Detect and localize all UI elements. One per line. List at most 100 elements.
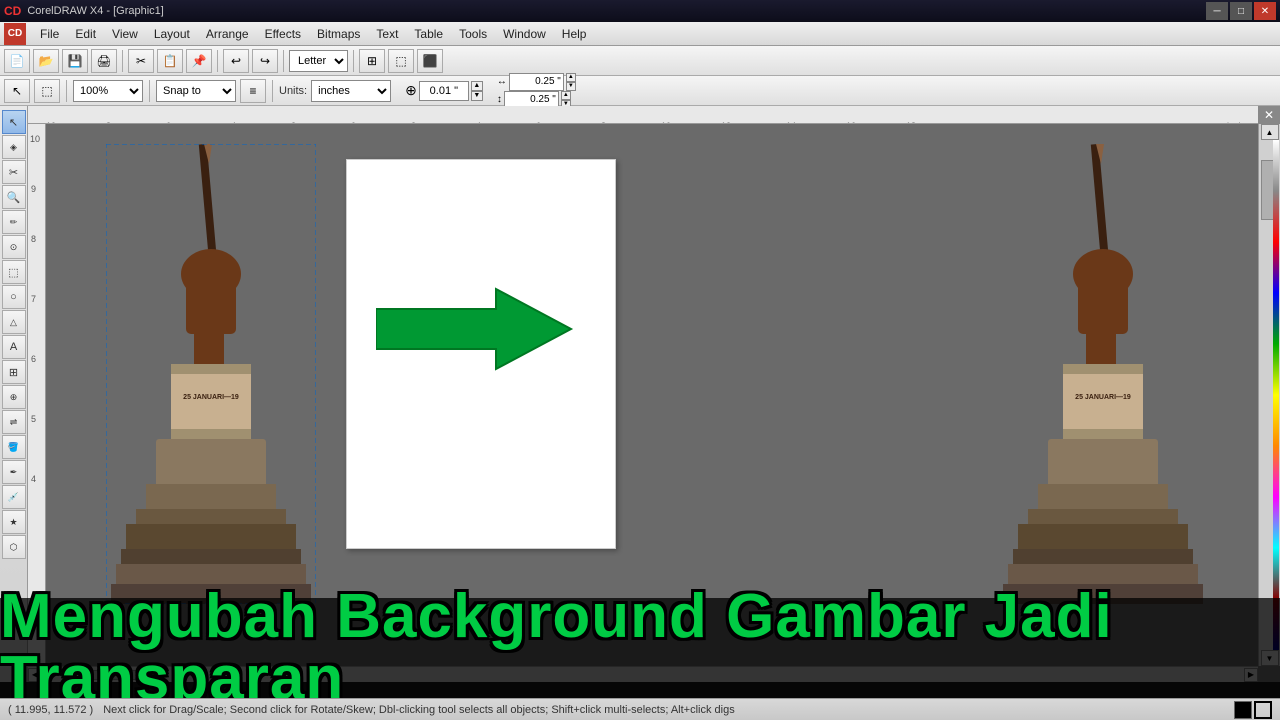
ruler-mark: 8 <box>106 121 111 124</box>
menu-arrange[interactable]: Arrange <box>198 25 257 43</box>
pointer-tool-btn[interactable]: ↖ <box>4 79 30 103</box>
canvas-close-btn[interactable]: ✕ <box>1258 106 1280 124</box>
vscroll-track[interactable] <box>1261 140 1279 650</box>
ruler-mark: 14 <box>786 121 796 124</box>
toolbar2: ↖ ⬚ 100% Snap to ≡ Units: inches ⊕ ▲ ▼ ↔… <box>0 76 1280 106</box>
ruler-mark: 2 <box>411 121 416 124</box>
menu-bitmaps[interactable]: Bitmaps <box>309 25 368 43</box>
save-button[interactable]: 💾 <box>62 49 88 73</box>
snap-to-select[interactable]: Snap to <box>156 80 236 102</box>
menu-edit[interactable]: Edit <box>67 25 104 43</box>
menu-view[interactable]: View <box>104 25 146 43</box>
menu-layout[interactable]: Layout <box>146 25 198 43</box>
nudge-down-btn[interactable]: ▼ <box>471 91 483 101</box>
snap-settings-btn[interactable]: ≡ <box>240 79 266 103</box>
connector-tool[interactable]: ⇌ <box>2 410 26 434</box>
blend-tool[interactable]: ⬡ <box>2 535 26 559</box>
outline-tool[interactable]: ✒ <box>2 460 26 484</box>
vscroll-up-btn[interactable]: ▲ <box>1261 124 1279 140</box>
redo-button[interactable]: ↪ <box>252 49 278 73</box>
mv-up-btn[interactable]: ▲ <box>561 91 571 100</box>
separator2 <box>217 50 218 72</box>
fill-color-box[interactable] <box>1234 701 1252 719</box>
cursor-coords: ( 11.995, 11.572 ) <box>8 704 93 716</box>
status-hint: Next click for Drag/Scale; Second click … <box>103 704 1224 716</box>
zoom-tool[interactable]: 🔍 <box>2 185 26 209</box>
text-tool[interactable]: A <box>2 335 26 359</box>
cut-button[interactable]: ✂ <box>128 49 154 73</box>
statue-left-svg: 25 JANUARI—19 <box>106 144 316 604</box>
mh-down-btn[interactable]: ▼ <box>566 82 576 91</box>
margin-h-input[interactable] <box>509 73 564 91</box>
ruler-mark: 16 <box>846 121 856 124</box>
separator7 <box>272 80 273 102</box>
units-select[interactable]: inches <box>311 80 391 102</box>
dimension-tool[interactable]: ⊕ <box>2 385 26 409</box>
ruler-left-label: 8 <box>31 234 36 244</box>
ruler-mark: 4 <box>231 121 236 124</box>
titlebar-controls: ─ □ ✕ <box>1206 2 1276 20</box>
polygon-tool[interactable]: △ <box>2 310 26 334</box>
ruler-mark: 18 <box>906 121 916 124</box>
mh-up-btn[interactable]: ▲ <box>566 73 576 82</box>
shape-tool[interactable]: ◈ <box>2 135 26 159</box>
menu-window[interactable]: Window <box>495 25 554 43</box>
menu-tools[interactable]: Tools <box>451 25 495 43</box>
menu-help[interactable]: Help <box>554 25 595 43</box>
scrollbar-vertical[interactable]: ▲ ▼ <box>1258 124 1280 666</box>
outline-color-box[interactable] <box>1254 701 1272 719</box>
ruler-mark: 12 <box>721 121 731 124</box>
group-button[interactable]: ⬚ <box>388 49 414 73</box>
paste-button[interactable]: 📌 <box>186 49 212 73</box>
nudge-input[interactable] <box>419 81 469 101</box>
fill-tool[interactable]: 🪣 <box>2 435 26 459</box>
ruler-left-label: 9 <box>31 184 36 194</box>
copy-button[interactable]: 📋 <box>157 49 183 73</box>
separator5 <box>66 80 67 102</box>
open-button[interactable]: 📂 <box>33 49 59 73</box>
menu-file[interactable]: File <box>32 25 67 43</box>
view-toggle[interactable]: ⬚ <box>34 79 60 103</box>
margin-h-icon: ↔ <box>497 76 507 87</box>
separator <box>122 50 123 72</box>
menu-text[interactable]: Text <box>368 25 406 43</box>
menu-effects[interactable]: Effects <box>257 25 309 43</box>
margin-v-icon: ↕ <box>497 94 502 105</box>
green-arrow-svg <box>376 284 576 374</box>
maximize-button[interactable]: □ <box>1230 2 1252 20</box>
margin-h-row: ↔ ▲ ▼ <box>497 73 576 91</box>
zoom-select[interactable]: 100% <box>73 80 143 102</box>
close-button[interactable]: ✕ <box>1254 2 1276 20</box>
color-strip <box>1273 140 1279 650</box>
nudge-icon: ⊕ <box>405 82 417 99</box>
statue-left-image[interactable]: 25 JANUARI—19 <box>106 144 316 604</box>
interactive-tool[interactable]: ★ <box>2 510 26 534</box>
separator3 <box>283 50 284 72</box>
undo-button[interactable]: ↩ <box>223 49 249 73</box>
ellipse-tool[interactable]: ○ <box>2 285 26 309</box>
color-indicator <box>1234 701 1272 719</box>
nudge-up-btn[interactable]: ▲ <box>471 81 483 91</box>
rect-tool[interactable]: ⬚ <box>2 260 26 284</box>
eyedropper-tool[interactable]: 💉 <box>2 485 26 509</box>
select-tool[interactable]: ↖ <box>2 110 26 134</box>
menu-table[interactable]: Table <box>406 25 451 43</box>
table-tool[interactable]: ⊞ <box>2 360 26 384</box>
nudge-area: ⊕ ▲ ▼ <box>405 81 483 101</box>
smart-fill-tool[interactable]: ⊙ <box>2 235 26 259</box>
freehand-tool[interactable]: ✏ <box>2 210 26 234</box>
titlebar-left: CD CorelDRAW X4 - [Graphic1] <box>4 4 164 18</box>
ruler-mark: 2 <box>291 121 296 124</box>
ruler-mark: 6 <box>166 121 171 124</box>
align-button[interactable]: ⊞ <box>359 49 385 73</box>
paper-size-select[interactable]: Letter <box>289 50 348 72</box>
ungroup-button[interactable]: ⬛ <box>417 49 443 73</box>
crop-tool[interactable]: ✂ <box>2 160 26 184</box>
ruler-mark: 8 <box>601 121 606 124</box>
svg-text:25 JANUARI—19: 25 JANUARI—19 <box>1075 394 1131 401</box>
new-button[interactable]: 📄 <box>4 49 30 73</box>
minimize-button[interactable]: ─ <box>1206 2 1228 20</box>
titlebar-title: CorelDRAW X4 - [Graphic1] <box>27 5 164 17</box>
print-button[interactable]: 🖨 <box>91 49 117 73</box>
statue-right-image[interactable]: 25 JANUARI—19 <box>998 144 1208 604</box>
